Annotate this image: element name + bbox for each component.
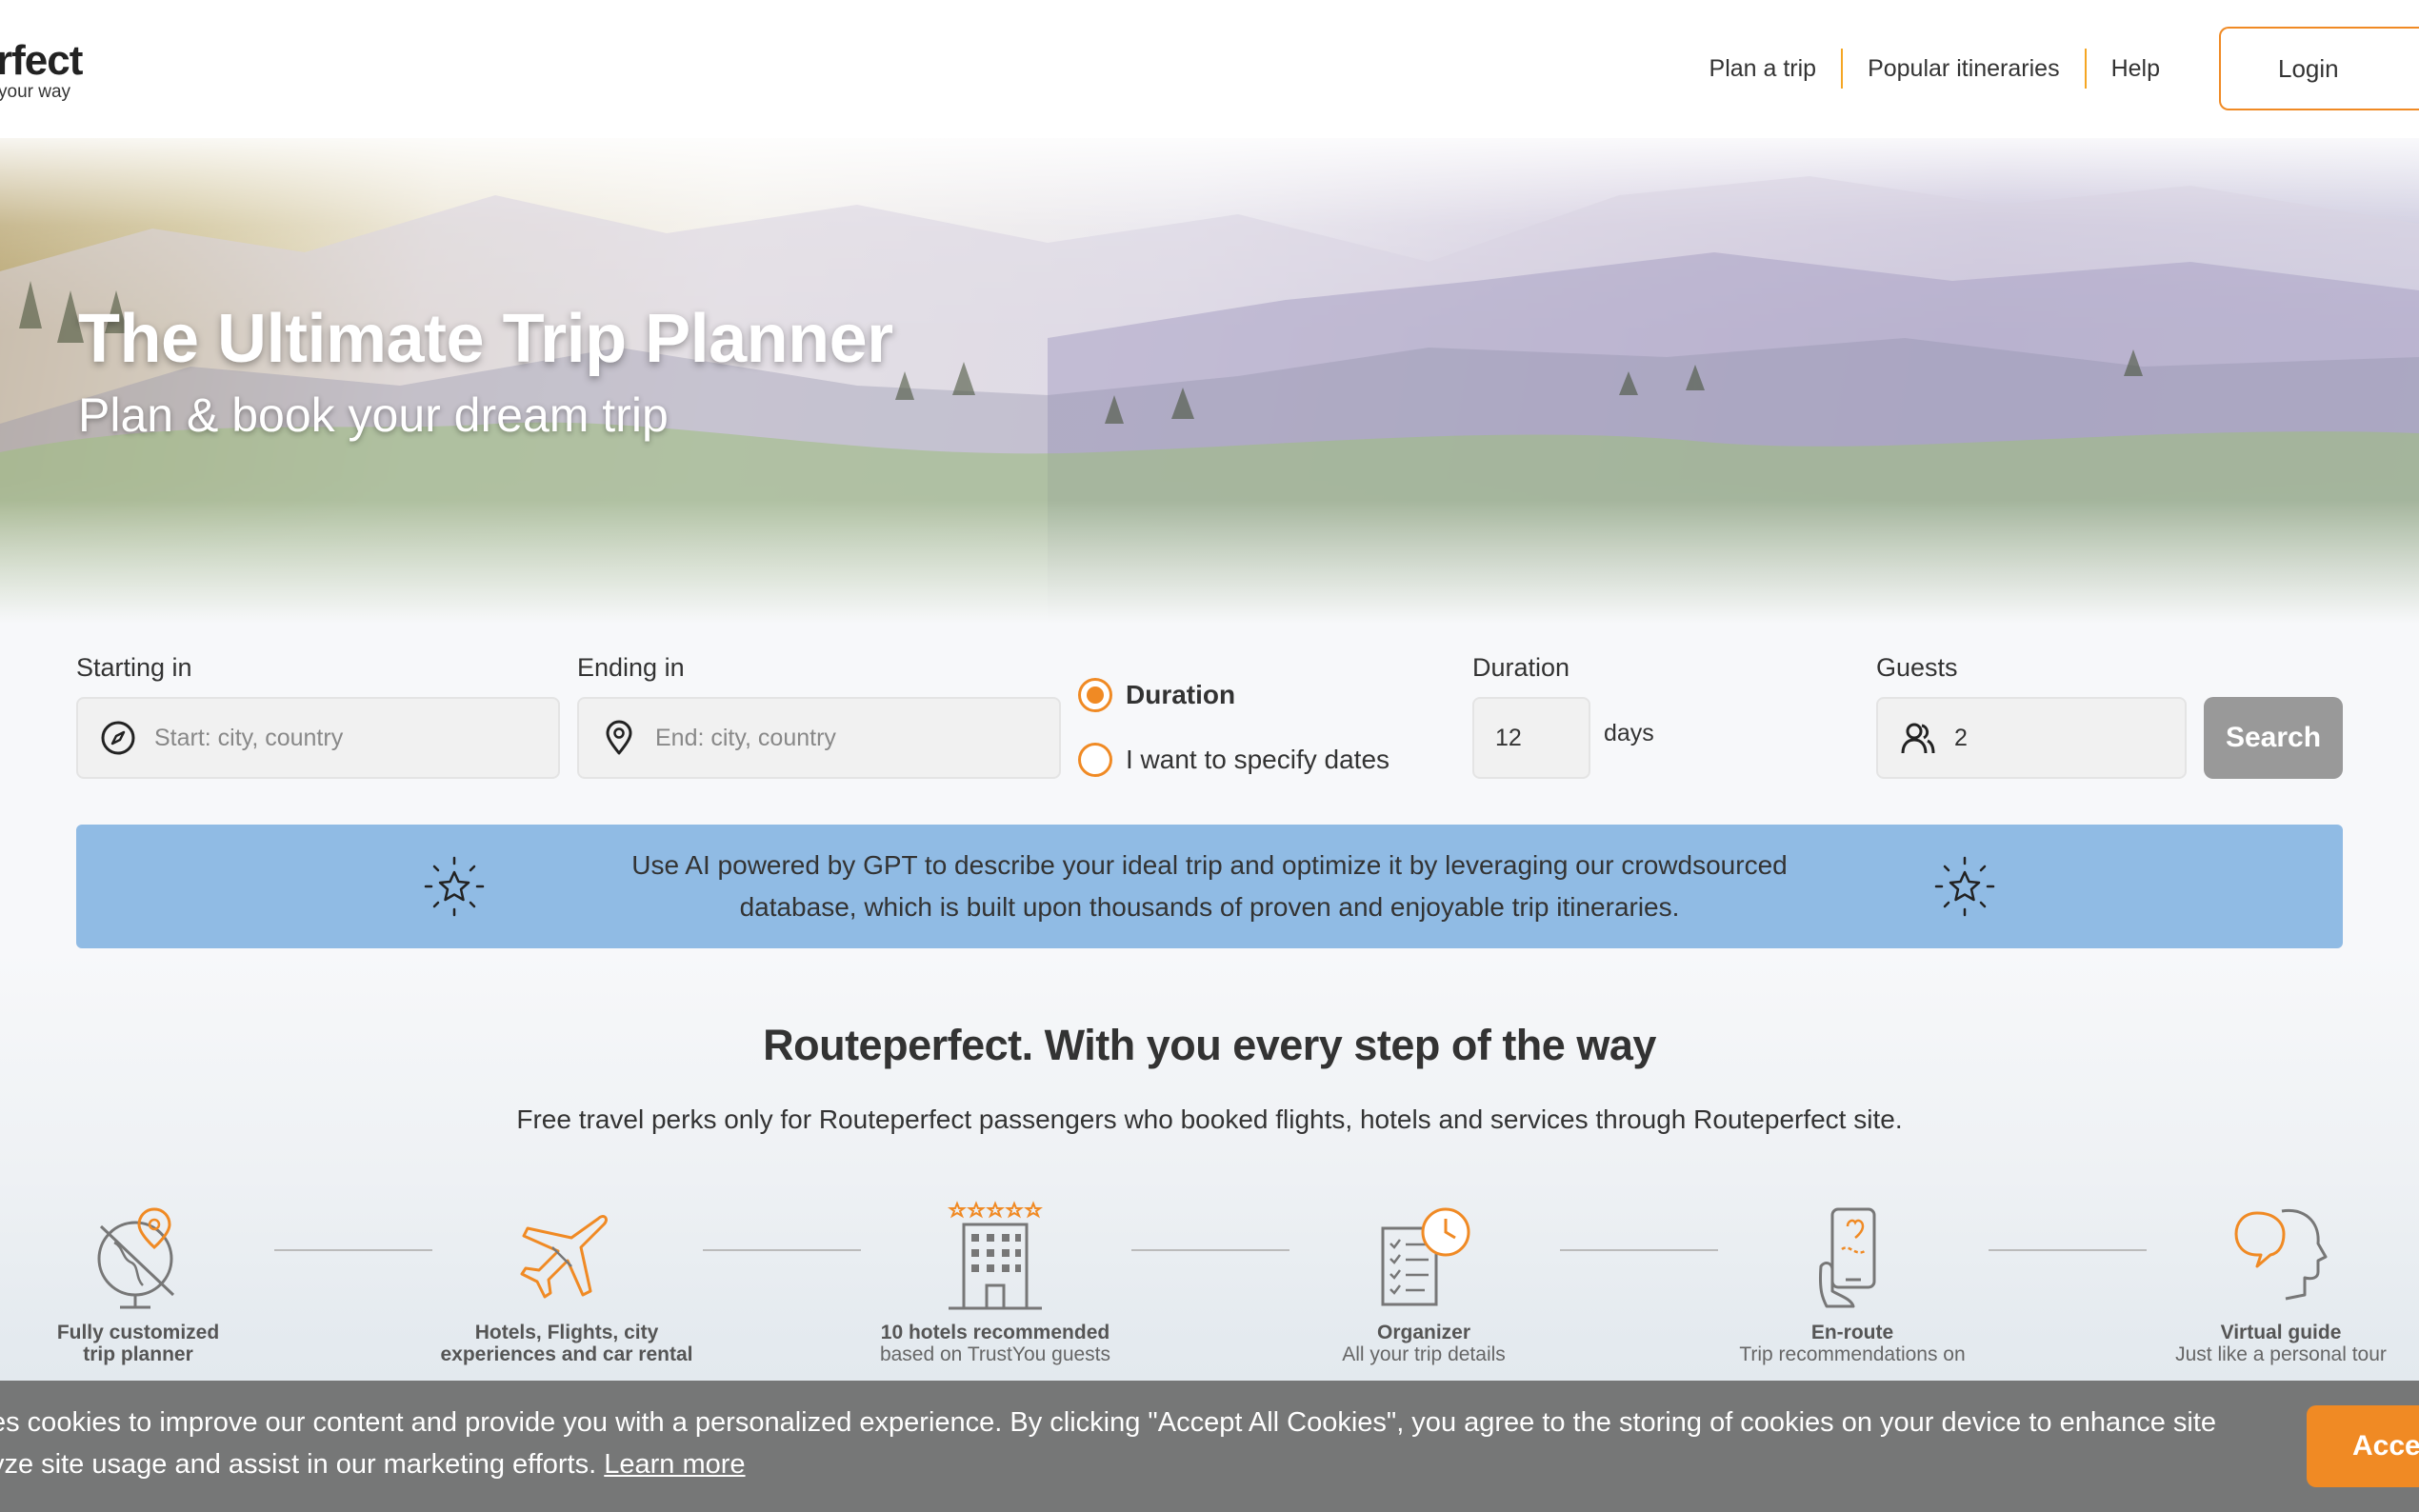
perk-name: Virtual guide	[2220, 1322, 2342, 1343]
perk-hotels-flights: Hotels, Flights, city experiences and ca…	[424, 1200, 710, 1365]
perk-connector	[1560, 1249, 1718, 1251]
logo-wordmark: rfect	[0, 37, 83, 84]
dates-radio-option[interactable]: I want to specify dates	[1078, 743, 1389, 777]
mountain-landscape-image	[0, 176, 2419, 624]
perk-connector	[1131, 1249, 1289, 1251]
nav-popular-itineraries[interactable]: Popular itineraries	[1843, 50, 2085, 88]
nav-plan-a-trip[interactable]: Plan a trip	[1685, 50, 1842, 88]
hero-title: The Ultimate Trip Planner	[78, 301, 893, 377]
perk-description: based on TrustYou guests	[879, 1343, 1111, 1365]
perk-name-line-1: Hotels, Flights, city	[474, 1322, 659, 1343]
perk-description: All your trip details	[1342, 1343, 1506, 1365]
perk-name-line-1: Fully customized	[56, 1322, 220, 1343]
perk-name-line-2: trip planner	[83, 1343, 193, 1365]
duration-field[interactable]	[1472, 697, 1590, 779]
perk-name: En-route	[1810, 1322, 1894, 1343]
site-header: rfect your way Plan a trip Popular itine…	[0, 0, 2419, 138]
start-location-field[interactable]	[76, 697, 560, 779]
airplane-icon	[520, 1215, 608, 1299]
perk-connector	[1989, 1249, 2147, 1251]
specify-dates-radio-label: I want to specify dates	[1126, 745, 1390, 774]
cookie-message: es cookies to improve our content and pr…	[0, 1402, 2217, 1485]
cookie-message-line-1: es cookies to improve our content and pr…	[0, 1407, 2217, 1438]
ai-info-banner: Use AI powered by GPT to describe your i…	[76, 825, 2343, 948]
search-button[interactable]: Search	[2204, 697, 2343, 779]
perk-name: Organizer	[1376, 1322, 1471, 1343]
duration-label: Duration	[1472, 653, 1570, 682]
duration-radio-option[interactable]: Duration	[1078, 678, 1235, 712]
guests-label: Guests	[1876, 653, 1958, 682]
perk-name: 10 hotels recommended	[880, 1322, 1110, 1343]
logo[interactable]: rfect your way	[0, 37, 83, 103]
perk-customized-planner: Fully customized trip planner	[0, 1200, 281, 1365]
perk-en-route: En-route Trip recommendations on	[1709, 1200, 1995, 1365]
duration-radio-label: Duration	[1126, 680, 1236, 709]
users-icon	[1901, 723, 1935, 754]
guests-input[interactable]	[1954, 724, 2185, 752]
duration-input[interactable]	[1474, 724, 1589, 752]
duration-radio[interactable]	[1078, 678, 1112, 712]
location-pin-icon	[606, 720, 632, 755]
ai-banner-line-2: database, which is built upon thousands …	[739, 892, 1680, 922]
globe-map-icon	[97, 1207, 175, 1309]
learn-more-link[interactable]: Learn more	[604, 1449, 745, 1480]
perk-name-line-2: experiences and car rental	[440, 1343, 693, 1365]
sparkle-star-icon	[1934, 856, 1995, 917]
checklist-clock-icon	[1381, 1207, 1470, 1306]
perk-hotels-recommended: 10 hotels recommended based on TrustYou …	[852, 1200, 1138, 1365]
perk-organizer: Organizer All your trip details	[1281, 1200, 1567, 1365]
speech-head-icon	[2234, 1208, 2328, 1301]
hero-banner: The Ultimate Trip Planner Plan & book yo…	[0, 138, 2419, 624]
perks-title: Routeperfect. With you every step of the…	[763, 1021, 1656, 1069]
end-location-input[interactable]	[655, 724, 1059, 752]
sparkle-star-icon	[424, 856, 485, 917]
perks-subtitle: Free travel perks only for Routeperfect …	[516, 1104, 1903, 1134]
end-location-field[interactable]	[577, 697, 1061, 779]
cookie-message-line-2-text: yze site usage and assist in our marketi…	[0, 1449, 597, 1480]
start-location-input[interactable]	[154, 724, 558, 752]
accept-cookies-button[interactable]: Accep	[2307, 1405, 2419, 1487]
starting-in-label: Starting in	[76, 653, 192, 682]
ending-in-label: Ending in	[577, 653, 685, 682]
perk-description: Trip recommendations on	[1739, 1343, 1966, 1365]
perk-connector	[274, 1249, 432, 1251]
perk-connector	[703, 1249, 861, 1251]
perk-virtual-guide: Virtual guide Just like a personal tour	[2138, 1200, 2419, 1365]
nav-help[interactable]: Help	[2087, 50, 2185, 88]
hotel-stars-icon	[948, 1201, 1043, 1310]
login-button[interactable]: Login	[2219, 27, 2419, 110]
logo-tagline: your way	[0, 82, 71, 102]
specify-dates-radio[interactable]	[1078, 743, 1112, 777]
compass-icon	[101, 721, 135, 755]
phone-map-icon	[1819, 1207, 1876, 1308]
main-nav: Plan a trip Popular itineraries Help Log…	[1685, 27, 2419, 110]
guests-field[interactable]	[1876, 697, 2187, 779]
ai-banner-line-1: Use AI powered by GPT to describe your i…	[631, 850, 1788, 880]
cookie-message-line-2: yze site usage and assist in our marketi…	[0, 1443, 2181, 1485]
days-unit-label: days	[1604, 720, 1654, 746]
cookie-consent-bar: es cookies to improve our content and pr…	[0, 1381, 2419, 1512]
perk-description: Just like a personal tour	[2175, 1343, 2387, 1365]
hero-subtitle: Plan & book your dream trip	[78, 388, 669, 442]
ai-banner-text: Use AI powered by GPT to describe your i…	[543, 845, 1876, 928]
